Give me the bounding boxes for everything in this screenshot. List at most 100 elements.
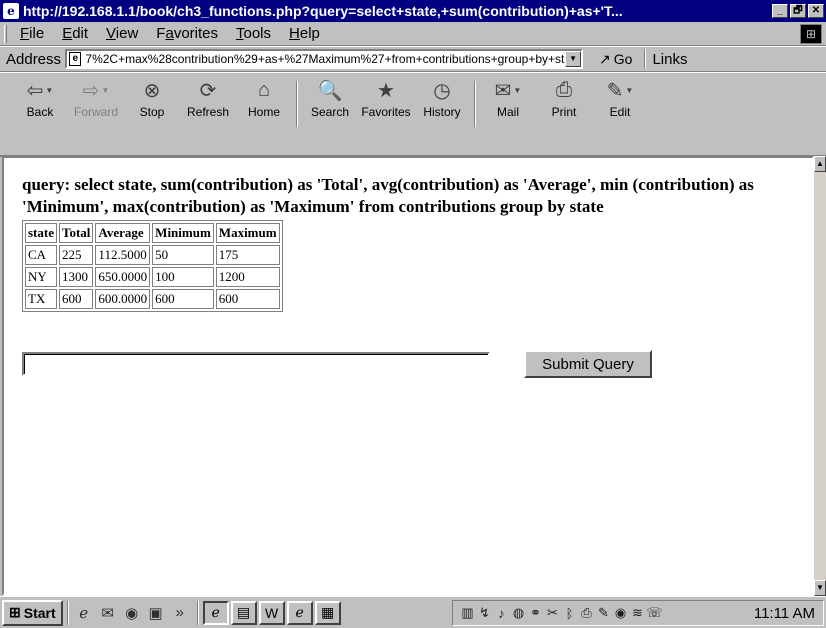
word-window-icon[interactable]: W	[258, 600, 285, 625]
mixer-icon[interactable]: ≋	[629, 605, 646, 621]
ie-icon[interactable]: ℯ	[73, 602, 95, 624]
desktop-icon[interactable]: ▣	[145, 602, 167, 624]
menu-bar: File Edit View Favorites Tools Help ⊞	[0, 22, 826, 46]
mail-label: Mail	[496, 105, 519, 119]
address-field[interactable]: e 7%2C+max%28contribution%29+as+%27Maxim…	[65, 49, 584, 69]
print-button[interactable]: ⎙ Print	[538, 77, 590, 156]
favorites-label: Favorites	[361, 105, 411, 119]
dropdown-arrow-icon[interactable]: ▼	[101, 86, 109, 95]
table-cell: NY	[25, 267, 57, 287]
vertical-scrollbar[interactable]: ▲ ▼	[814, 156, 826, 596]
menu-help[interactable]: Help	[289, 25, 320, 42]
network-icon[interactable]: ▥	[459, 605, 476, 621]
bluetooth-icon[interactable]: ᛒ	[561, 606, 578, 621]
table-cell: 1200	[215, 267, 280, 287]
quicklaunch-chevron[interactable]: »	[169, 602, 191, 624]
mail-icon: ✉ ▼	[494, 79, 522, 102]
stop-label: Stop	[139, 105, 165, 119]
edit-button[interactable]: ✎ ▼ Edit	[594, 77, 646, 156]
notepad-window-icon[interactable]: ▦	[314, 600, 341, 625]
go-arrow-icon: ↗	[599, 50, 611, 67]
dropdown-arrow-icon[interactable]: ▼	[513, 86, 521, 95]
toolbar-separator	[296, 81, 298, 127]
favorites-button[interactable]: ★ Favorites	[360, 77, 412, 156]
address-label: Address	[6, 50, 62, 68]
menu-edit[interactable]: Edit	[62, 25, 88, 42]
outlook-icon[interactable]: ✉	[97, 602, 119, 624]
chat-icon[interactable]: ☏	[646, 605, 663, 621]
search-button[interactable]: 🔍 Search	[304, 77, 356, 156]
dropdown-arrow-icon[interactable]: ▼	[45, 86, 53, 95]
standard-toolbar: ⇦ ▼ Back ⇨ ▼ Forward ⊗ Stop ⟳ Refresh ⌂ Home 🔍 Search…	[0, 72, 826, 157]
close-button[interactable]: ✕	[808, 4, 824, 18]
edit-icon: ✎ ▼	[606, 79, 634, 102]
taskbar-separator	[66, 600, 69, 625]
menu-favorites[interactable]: Favorites	[156, 25, 218, 42]
realplayer-tray-icon[interactable]: ◉	[612, 605, 629, 621]
print-icon: ⎙	[556, 78, 572, 101]
table-cell: 1300	[59, 267, 94, 287]
submit-query-button[interactable]: Submit Query	[524, 350, 652, 378]
window-controls: _ 🗗 ✕	[772, 4, 824, 18]
address-dropdown-icon[interactable]: ▼	[565, 51, 582, 67]
column-header: Minimum	[152, 223, 214, 243]
history-button[interactable]: ◷ History	[416, 77, 468, 156]
menu-file[interactable]: File	[20, 25, 44, 42]
connection-icon[interactable]: ↯	[476, 605, 493, 621]
tool-icon[interactable]: ✂	[544, 605, 561, 621]
ie-window-icon-2[interactable]: ℯ	[286, 600, 313, 625]
table-cell: 600	[59, 289, 94, 309]
printer-icon[interactable]: ⎙	[578, 605, 595, 621]
print-label: Print	[551, 105, 577, 119]
refresh-label: Refresh	[186, 105, 230, 119]
table-cell: 600	[152, 289, 214, 309]
stop-button[interactable]: ⊗ Stop	[126, 77, 178, 156]
speaker-icon[interactable]: ♪	[493, 606, 510, 621]
menu-grip[interactable]	[4, 25, 7, 43]
edit-label: Edit	[609, 105, 631, 119]
start-label: Start	[23, 604, 56, 621]
menu-tools[interactable]: Tools	[236, 25, 271, 42]
explorer-window-icon[interactable]: ▤	[230, 600, 257, 625]
column-header: Average	[95, 223, 151, 243]
table-cell: 600	[215, 289, 280, 309]
table-row: NY 1300 650.0000 100 1200	[25, 267, 280, 287]
forward-button[interactable]: ⇨ ▼ Forward	[70, 77, 122, 156]
mail-button[interactable]: ✉ ▼ Mail	[482, 77, 534, 156]
stop-icon: ⊗	[143, 79, 161, 102]
scroll-down-icon[interactable]: ▼	[814, 580, 826, 596]
scroll-up-icon[interactable]: ▲	[814, 156, 826, 172]
address-value[interactable]: 7%2C+max%28contribution%29+as+%27Maximum…	[85, 52, 581, 66]
link-icon[interactable]: ⚭	[527, 605, 544, 621]
page-icon: e	[69, 52, 82, 66]
restore-button[interactable]: 🗗	[790, 4, 806, 18]
history-label: History	[423, 105, 461, 119]
taskbar-separator-2	[196, 600, 199, 625]
page-content: query: select state, sum(contribution) a…	[2, 156, 814, 596]
menu-view[interactable]: View	[106, 25, 138, 42]
home-button[interactable]: ⌂ Home	[238, 77, 290, 156]
query-input[interactable]	[22, 352, 490, 376]
ie-window-icon[interactable]: ℯ	[202, 600, 229, 625]
query-heading: query: select state, sum(contribution) a…	[22, 175, 754, 216]
home-label: Home	[247, 105, 280, 119]
minimize-button[interactable]: _	[772, 4, 788, 18]
toolbar-separator	[474, 81, 476, 127]
refresh-button[interactable]: ⟳ Refresh	[182, 77, 234, 156]
go-button[interactable]: ↗ Go	[599, 51, 632, 68]
pen-icon[interactable]: ✎	[595, 605, 612, 621]
dropdown-arrow-icon[interactable]: ▼	[625, 86, 633, 95]
links-separator	[644, 49, 647, 69]
table-cell: 175	[215, 245, 280, 265]
realplayer-icon[interactable]: ◉	[121, 602, 143, 624]
window-title: http://192.168.1.1/book/ch3_functions.ph…	[23, 3, 623, 19]
column-header: Total	[59, 223, 94, 243]
go-label: Go	[613, 51, 633, 67]
table-cell: 600.0000	[95, 289, 151, 309]
back-button[interactable]: ⇦ ▼ Back	[14, 77, 66, 156]
ie-logo-icon: e	[3, 3, 19, 19]
links-button[interactable]: Links	[652, 51, 687, 68]
antivirus-icon[interactable]: ◍	[510, 605, 527, 621]
search-label: Search	[310, 105, 350, 119]
start-button[interactable]: ⊞ Start	[2, 599, 63, 626]
